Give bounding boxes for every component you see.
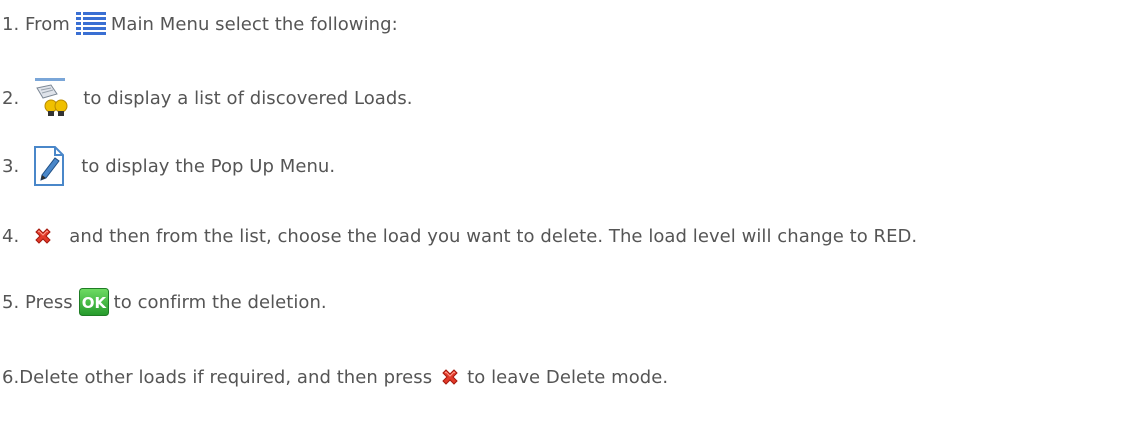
step-4: 4. and then from the list, choose the lo… (2, 216, 917, 256)
ok-button-icon: OK (78, 288, 109, 316)
step-5: 5. Press OK to confirm the deletion. (2, 282, 327, 322)
instructions: 1. From Main Menu select the following: … (0, 0, 1131, 438)
step-2-prefix: 2. (2, 87, 20, 109)
step-3-prefix: 3. (2, 155, 20, 177)
step-4-text: and then from the list, choose the load … (69, 225, 918, 247)
step-6-prefix: 6.Delete other loads if required, and th… (2, 366, 433, 388)
step-3: 3. to display the Pop Up Menu. (2, 138, 335, 194)
ok-button-label: OK (81, 294, 107, 312)
step-5-prefix: 5. Press (2, 291, 73, 313)
step-2-text: to display a list of discovered Loads. (83, 87, 413, 109)
step-2: 2. to display a list of discovered Loads… (2, 72, 413, 124)
step-3-text: to display the Pop Up Menu. (81, 155, 336, 177)
step-1-text: Main Menu select the following: (110, 13, 398, 35)
delete-x-icon (438, 365, 462, 389)
step-1: 1. From Main Menu select the following: (2, 4, 398, 44)
edit-document-icon (31, 144, 67, 188)
step-5-text: to confirm the deletion. (113, 291, 327, 313)
loads-list-icon (31, 76, 69, 120)
delete-x-icon (31, 224, 55, 248)
step-6-text: to leave Delete mode. (467, 366, 669, 388)
step-6: 6.Delete other loads if required, and th… (2, 357, 668, 397)
step-1-prefix: 1. From (2, 13, 70, 35)
step-4-prefix: 4. (2, 225, 20, 247)
main-menu-icon (75, 11, 106, 37)
